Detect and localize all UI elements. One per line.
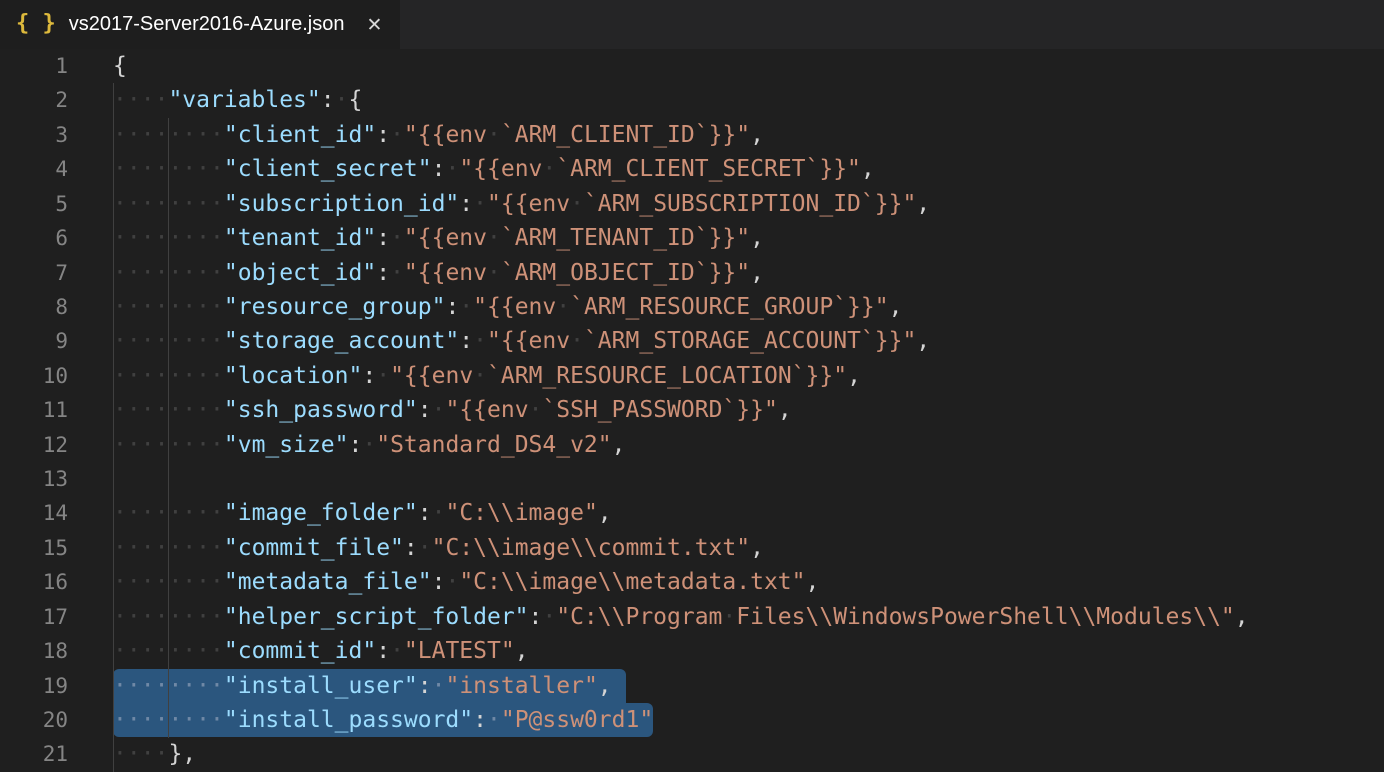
code-line-16[interactable]: ········"metadata_file":·"C:\\image\\met…	[113, 565, 1249, 599]
code-line-20[interactable]: ········"install_password":·"P@ssw0rd1"	[113, 703, 1249, 737]
json-braces-icon: { }	[16, 11, 56, 36]
code-line-7[interactable]: ········"object_id":·"{{env·`ARM_OBJECT_…	[113, 256, 1249, 290]
code-line-5[interactable]: ········"subscription_id":·"{{env·`ARM_S…	[113, 187, 1249, 221]
code-line-14[interactable]: ········"image_folder":·"C:\\image",	[113, 496, 1249, 530]
code-line-1[interactable]: {	[113, 49, 1249, 83]
line-number: 8	[0, 290, 68, 324]
code-line-19[interactable]: ········"install_user":·"installer",	[113, 669, 1249, 703]
code-line-12[interactable]: ········"vm_size":·"Standard_DS4_v2",	[113, 428, 1249, 462]
code-line-6[interactable]: ········"tenant_id":·"{{env·`ARM_TENANT_…	[113, 221, 1249, 255]
line-number: 5	[0, 187, 68, 221]
code-line-2[interactable]: ····"variables":·{	[113, 83, 1249, 117]
line-number: 18	[0, 634, 68, 668]
line-number: 3	[0, 118, 68, 152]
line-number: 14	[0, 496, 68, 530]
tab-title: vs2017-Server2016-Azure.json	[69, 13, 345, 36]
line-number: 15	[0, 531, 68, 565]
line-number: 10	[0, 359, 68, 393]
code-line-15[interactable]: ········"commit_file":·"C:\\image\\commi…	[113, 531, 1249, 565]
code-line-13[interactable]	[113, 462, 1249, 496]
code-line-11[interactable]: ········"ssh_password":·"{{env·`SSH_PASS…	[113, 393, 1249, 427]
line-number: 17	[0, 600, 68, 634]
code-line-21[interactable]: ····},	[113, 737, 1249, 771]
code-line-18[interactable]: ········"commit_id":·"LATEST",	[113, 634, 1249, 668]
code-line-9[interactable]: ········"storage_account":·"{{env·`ARM_S…	[113, 324, 1249, 358]
code-line-8[interactable]: ········"resource_group":·"{{env·`ARM_RE…	[113, 290, 1249, 324]
line-number: 6	[0, 221, 68, 255]
code-editor[interactable]: 123456789101112131415161718192021 {····"…	[0, 49, 1384, 772]
code-line-10[interactable]: ········"location":·"{{env·`ARM_RESOURCE…	[113, 359, 1249, 393]
line-number: 13	[0, 462, 68, 496]
line-number: 9	[0, 324, 68, 358]
line-number: 4	[0, 152, 68, 186]
line-number: 12	[0, 428, 68, 462]
tab-bar: { } vs2017-Server2016-Azure.json ✕	[0, 0, 1384, 49]
line-number: 11	[0, 393, 68, 427]
line-number: 2	[0, 83, 68, 117]
tab-close-icon[interactable]: ✕	[366, 14, 382, 36]
line-number: 19	[0, 669, 68, 703]
line-number: 7	[0, 256, 68, 290]
code-line-3[interactable]: ········"client_id":·"{{env·`ARM_CLIENT_…	[113, 118, 1249, 152]
code-line-17[interactable]: ········"helper_script_folder":·"C:\\Pro…	[113, 600, 1249, 634]
tab-vs2017-server2016-azure-json[interactable]: { } vs2017-Server2016-Azure.json ✕	[0, 0, 400, 49]
line-number: 21	[0, 737, 68, 771]
line-number: 16	[0, 565, 68, 599]
code-area[interactable]: {····"variables":·{········"client_id":·…	[113, 49, 1249, 772]
gutter: 123456789101112131415161718192021	[0, 49, 68, 772]
line-number: 20	[0, 703, 68, 737]
line-number: 1	[0, 49, 68, 83]
code-line-4[interactable]: ········"client_secret":·"{{env·`ARM_CLI…	[113, 152, 1249, 186]
